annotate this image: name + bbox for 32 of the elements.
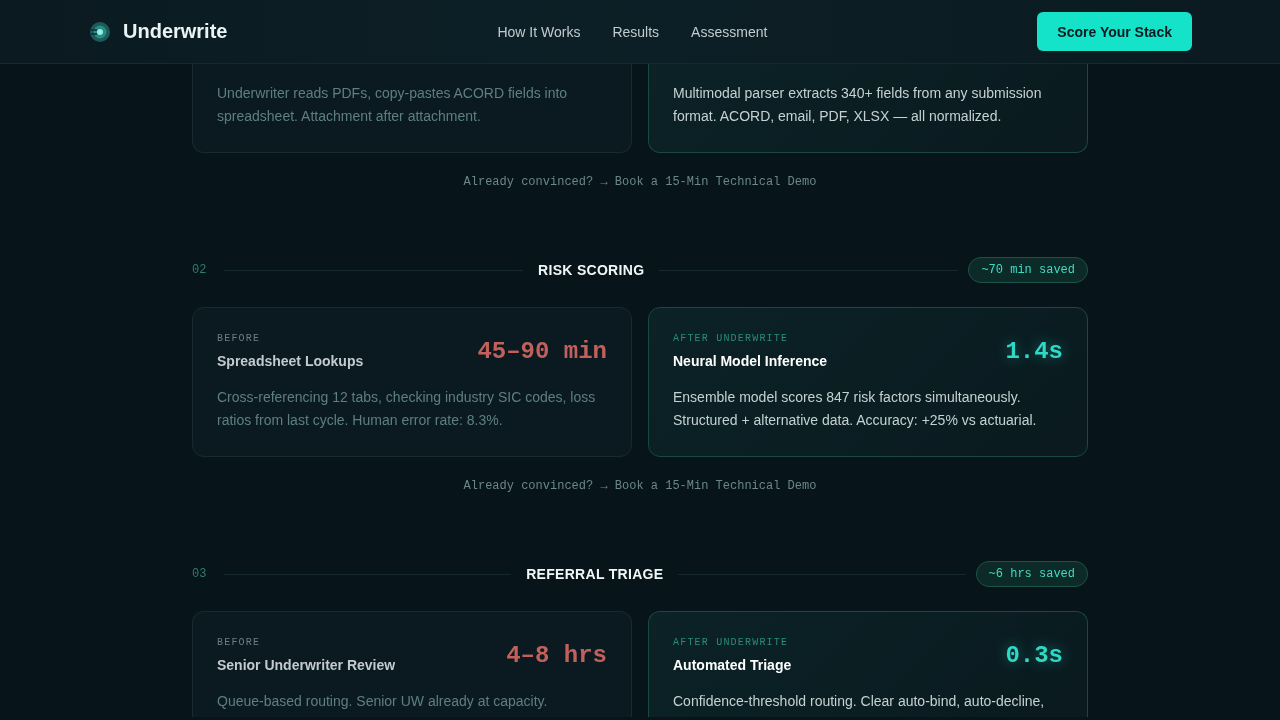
section-title: RISK SCORING (538, 262, 645, 278)
card-description: Queue-based routing. Senior UW already at capacity. (217, 692, 549, 711)
card-label: AFTER UNDERWRITE (673, 636, 790, 650)
card-description: Confidence-threshold routing. Clear auto-bind, auto-decline, (673, 692, 1046, 711)
section-number: 02 (192, 263, 208, 277)
nav-link[interactable]: Assessment (691, 23, 768, 40)
card-label: BEFORE (217, 636, 262, 650)
demo-link[interactable]: Already convinced? → Book a 15-Min Technical Demo (463, 478, 817, 494)
time-metric: 1.4s (1005, 338, 1063, 365)
brand-name: Underwrite (123, 20, 228, 43)
card-description: Ensemble model scores 847 risk factors simultaneously. Structured + alternative data. Accuracy: +25% vs actuarial. (673, 388, 1038, 430)
time-metric: 45–90 min (477, 338, 607, 365)
nav-link[interactable]: Results (612, 23, 660, 40)
card-description: Multimodal parser extracts 340+ fields from any submission format. ACORD, email, PDF, XLSX — all normalized. (673, 84, 1043, 126)
saved-badge: ~6 hrs saved (975, 561, 1088, 587)
card-title: Spreadsheet Lookups (217, 352, 364, 371)
demo-link[interactable]: Already convinced? → Book a 15-Min Technical Demo (463, 174, 817, 190)
card-description: Underwriter reads PDFs, copy-pastes ACORD fields into spreadsheet. Attachment after attachment. (217, 84, 569, 126)
card-label: BEFORE (217, 332, 262, 346)
card-title: Neural Model Inference (673, 352, 828, 371)
nav-link[interactable]: How It Works (497, 23, 581, 40)
time-metric: 4–8 hrs (506, 642, 607, 669)
saved-badge: ~70 min saved (968, 257, 1088, 283)
section-number: 03 (192, 567, 208, 581)
card-title: Senior Underwriter Review (217, 656, 396, 675)
card-description: Cross-referencing 12 tabs, checking industry SIC codes, loss ratios from last cycle. Human error rate: 8.3%. (217, 388, 597, 430)
section-title: REFERRAL TRIAGE (526, 566, 664, 582)
score-button[interactable]: Score Your Stack (1037, 12, 1192, 51)
time-metric: 0.3s (1005, 642, 1063, 669)
card-title: Automated Triage (673, 656, 792, 675)
logo-icon (90, 21, 110, 42)
card-label: AFTER UNDERWRITE (673, 332, 790, 346)
